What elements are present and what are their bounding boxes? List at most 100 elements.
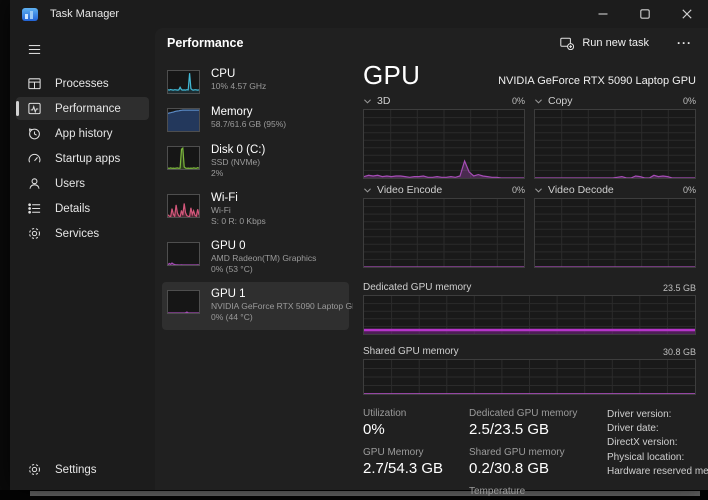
engine-label: Copy xyxy=(548,95,573,107)
sidebar-item-performance[interactable]: Performance xyxy=(16,97,149,120)
task-manager-app-icon xyxy=(22,8,38,21)
maximize-icon xyxy=(640,9,650,19)
driver-info-label: Driver date: xyxy=(607,422,708,435)
stat-label: Shared GPU memory xyxy=(469,447,581,458)
cpu-mini-chart xyxy=(167,70,200,94)
driver-info-label: DirectX version: xyxy=(607,436,708,449)
sidebar-item-label: Performance xyxy=(55,103,121,115)
sidebar-item-label: Services xyxy=(55,228,99,240)
video-encode-chart xyxy=(363,198,525,268)
sidebar-item-services[interactable]: Services xyxy=(16,222,149,245)
sidebar-item-label: Startup apps xyxy=(55,153,120,165)
gear-icon xyxy=(26,462,42,478)
engine-copy: Copy 0% xyxy=(534,93,696,179)
window-title: Task Manager xyxy=(50,8,119,20)
sidebar-item-label: Settings xyxy=(55,464,97,476)
stat-label: Utilization xyxy=(363,408,443,419)
shared-memory-section: Shared GPU memory 30.8 GB xyxy=(363,344,696,395)
hamburger-icon xyxy=(26,41,42,57)
engine-label: Video Decode xyxy=(548,184,614,196)
chevron-down-icon[interactable] xyxy=(534,98,543,105)
sidebar-item-app-history[interactable]: App history xyxy=(16,122,149,145)
desktop-background: Task Manager xyxy=(0,0,708,500)
more-options-button[interactable]: ··· xyxy=(671,34,698,52)
gpu-memory-value: 2.7/54.3 GB xyxy=(363,460,443,477)
video-decode-chart xyxy=(534,198,696,268)
perf-item-gpu0[interactable]: GPU 0 AMD Radeon(TM) Graphics 0% (53 °C) xyxy=(162,234,349,282)
sidebar-item-label: Users xyxy=(55,178,85,190)
sidebar-item-label: App history xyxy=(55,128,113,140)
close-button[interactable] xyxy=(666,0,708,28)
engine-value: 0% xyxy=(512,185,525,195)
content-header: Performance Run new task ··· xyxy=(155,28,708,58)
perf-item-title: Wi-Fi xyxy=(211,192,266,204)
run-new-task-label: Run new task xyxy=(582,37,649,49)
details-icon xyxy=(26,201,42,217)
run-new-task-button[interactable]: Run new task xyxy=(552,32,657,54)
disk-mini-chart xyxy=(167,146,200,170)
dedicated-memory-value: 2.5/23.5 GB xyxy=(469,421,581,438)
perf-item-sub: 0% (44 °C) xyxy=(211,312,353,323)
sidebar-item-settings[interactable]: Settings xyxy=(16,458,149,481)
minimize-button[interactable] xyxy=(582,0,624,28)
driver-info-table: Driver version: 32.0.15.7322 Driver date… xyxy=(607,408,708,500)
sidebar-item-processes[interactable]: Processes xyxy=(16,72,149,95)
sidebar-item-label: Details xyxy=(55,203,90,215)
utilization-value: 0% xyxy=(363,421,443,438)
gpu-detail-panel: GPU NVIDIA GeForce RTX 5090 Laptop GPU 3… xyxy=(353,58,708,490)
gpu1-mini-chart xyxy=(167,290,200,314)
perf-item-sub: 58.7/61.6 GB (95%) xyxy=(211,119,286,130)
chevron-down-icon[interactable] xyxy=(363,187,372,194)
chevron-down-icon[interactable] xyxy=(534,187,543,194)
memory-chart-label: Shared GPU memory xyxy=(363,346,459,357)
nav-menu-button[interactable] xyxy=(16,35,149,63)
memory-chart-label: Dedicated GPU memory xyxy=(363,282,471,293)
sidebar-item-label: Processes xyxy=(55,78,109,90)
desktop-edge-left xyxy=(0,0,10,500)
perf-item-wifi[interactable]: Wi-Fi Wi-Fi S: 0 R: 0 Kbps xyxy=(162,186,349,234)
perf-item-sub: NVIDIA GeForce RTX 5090 Laptop GPU xyxy=(211,301,353,312)
sidebar-item-startup-apps[interactable]: Startup apps xyxy=(16,147,149,170)
shared-memory-value: 0.2/30.8 GB xyxy=(469,460,581,477)
gpu-title: GPU xyxy=(363,60,420,91)
memory-mini-chart xyxy=(167,108,200,132)
engine-value: 0% xyxy=(683,96,696,106)
memory-chart-max: 23.5 GB xyxy=(663,283,696,293)
perf-item-gpu1[interactable]: GPU 1 NVIDIA GeForce RTX 5090 Laptop GPU… xyxy=(162,282,349,330)
perf-item-disk0[interactable]: Disk 0 (C:) SSD (NVMe) 2% xyxy=(162,138,349,186)
memory-chart-max: 30.8 GB xyxy=(663,347,696,357)
perf-item-title: CPU xyxy=(211,68,266,80)
perf-item-memory[interactable]: Memory 58.7/61.6 GB (95%) xyxy=(162,100,349,138)
processes-icon xyxy=(26,76,42,92)
sidebar-item-details[interactable]: Details xyxy=(16,197,149,220)
driver-info-label: Physical location: xyxy=(607,451,708,464)
maximize-button[interactable] xyxy=(624,0,666,28)
page-title: Performance xyxy=(167,36,243,50)
chevron-down-icon[interactable] xyxy=(363,98,372,105)
engine-3d: 3D 0% xyxy=(363,93,525,179)
engine-3d-chart xyxy=(363,109,525,179)
perf-item-sub: 2% xyxy=(211,168,265,179)
task-manager-window: Task Manager xyxy=(10,0,708,490)
perf-item-sub: SSD (NVMe) xyxy=(211,157,265,168)
selected-indicator xyxy=(16,101,19,116)
gpu0-mini-chart xyxy=(167,242,200,266)
services-icon xyxy=(26,226,42,242)
perf-item-title: Memory xyxy=(211,106,286,118)
app-history-icon xyxy=(26,126,42,142)
stat-label: GPU Memory xyxy=(363,447,443,458)
wifi-mini-chart xyxy=(167,194,200,218)
sidebar-spacer xyxy=(16,246,149,457)
driver-info-label: Driver version: xyxy=(607,408,708,421)
sidebar: Processes Performance App history xyxy=(10,28,155,490)
content-panel: Performance Run new task ··· xyxy=(155,28,708,490)
stat-label: Dedicated GPU memory xyxy=(469,408,581,419)
performance-resource-list: CPU 10% 4.57 GHz Memory 58.7/61.6 GB (95… xyxy=(155,58,353,490)
perf-item-cpu[interactable]: CPU 10% 4.57 GHz xyxy=(162,62,349,100)
engine-copy-chart xyxy=(534,109,696,179)
users-icon xyxy=(26,176,42,192)
sidebar-item-users[interactable]: Users xyxy=(16,172,149,195)
perf-item-title: GPU 1 xyxy=(211,288,353,300)
perf-item-sub: S: 0 R: 0 Kbps xyxy=(211,216,266,227)
engine-value: 0% xyxy=(512,96,525,106)
